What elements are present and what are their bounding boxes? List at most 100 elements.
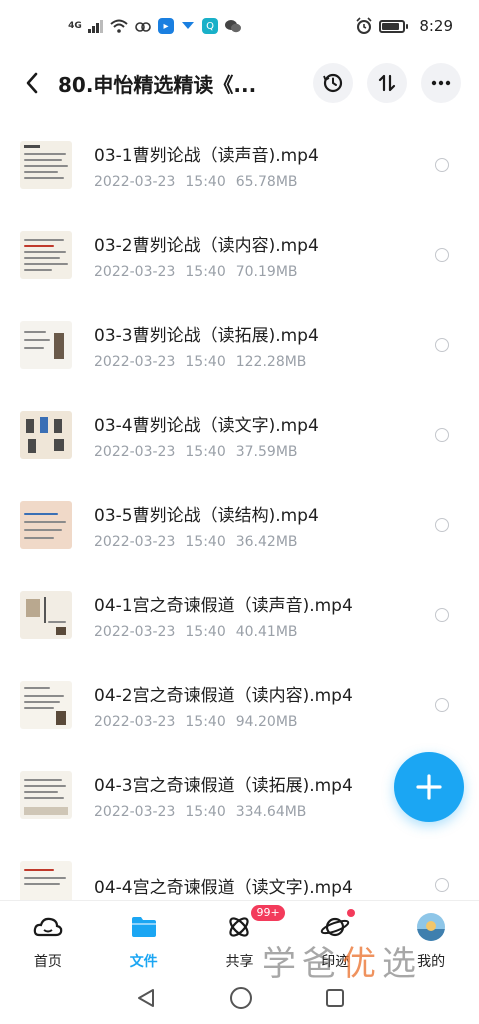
circle-home-icon xyxy=(229,987,252,1009)
file-date: 2022-03-23 xyxy=(94,173,176,190)
system-back-button[interactable] xyxy=(135,987,157,1013)
clock: 8:29 xyxy=(419,17,453,35)
select-radio[interactable] xyxy=(435,698,449,712)
video-thumbnail xyxy=(20,321,72,369)
file-size: 36.42MB xyxy=(235,533,298,550)
square-recents-icon xyxy=(325,989,344,1007)
file-row[interactable]: 03-2曹刿论战（读内容).mp4 2022-03-23 15:40 70.19… xyxy=(0,210,479,300)
file-date: 2022-03-23 xyxy=(94,803,176,820)
signal-icon xyxy=(88,17,104,35)
share-count-badge: 99+ xyxy=(251,905,285,921)
chevron-left-icon xyxy=(26,72,38,94)
video-thumbnail xyxy=(20,501,72,549)
file-meta: 2022-03-23 15:40 36.42MB xyxy=(94,534,459,550)
select-radio[interactable] xyxy=(435,338,449,352)
status-right: 8:29 xyxy=(355,17,453,35)
status-bar: 4G ▸ Q 8:29 xyxy=(0,0,479,52)
file-name: 03-5曹刿论战（读结构).mp4 xyxy=(94,505,319,526)
file-info: 04-2宫之奇谏假道（读内容).mp4 2022-03-23 15:40 94.… xyxy=(94,681,459,730)
file-name: 03-3曹刿论战（读拓展).mp4 xyxy=(94,325,319,346)
search-app-icon: Q xyxy=(202,18,218,34)
file-time: 15:40 xyxy=(185,533,226,550)
file-name: 03-4曹刿论战（读文字).mp4 xyxy=(94,415,319,436)
file-time: 15:40 xyxy=(185,173,226,190)
add-button[interactable] xyxy=(394,752,464,822)
video-thumbnail xyxy=(20,771,72,819)
video-thumbnail xyxy=(20,411,72,459)
file-info: 04-4宫之奇谏假道（读文字).mp4 xyxy=(94,873,459,898)
video-thumbnail xyxy=(20,591,72,639)
file-time: 15:40 xyxy=(185,623,226,640)
back-button[interactable] xyxy=(16,63,48,103)
wifi-icon xyxy=(110,17,128,35)
file-meta: 2022-03-23 15:40 122.28MB xyxy=(94,354,459,370)
file-row[interactable]: 03-1曹刿论战（读声音).mp4 2022-03-23 15:40 65.78… xyxy=(0,120,479,210)
file-row[interactable]: 03-4曹刿论战（读文字).mp4 2022-03-23 15:40 37.59… xyxy=(0,390,479,480)
select-radio[interactable] xyxy=(435,608,449,622)
home-cloud-icon xyxy=(32,911,64,943)
system-nav-bar xyxy=(0,976,479,1024)
file-size: 94.20MB xyxy=(235,713,298,730)
page-title: 80.申怡精选精读《... xyxy=(58,72,257,97)
triangle-back-icon xyxy=(137,989,154,1007)
file-info: 03-2曹刿论战（读内容).mp4 2022-03-23 15:40 70.19… xyxy=(94,231,459,280)
file-meta: 2022-03-23 15:40 37.59MB xyxy=(94,444,459,460)
nav-item-home[interactable]: 首页 xyxy=(8,911,88,971)
file-info: 03-5曹刿论战（读结构).mp4 2022-03-23 15:40 36.42… xyxy=(94,501,459,550)
file-size: 65.78MB xyxy=(235,173,298,190)
file-size: 334.64MB xyxy=(235,803,307,820)
file-date: 2022-03-23 xyxy=(94,353,176,370)
app-badge-icon: ▸ xyxy=(158,18,174,34)
file-row[interactable]: 03-3曹刿论战（读拓展).mp4 2022-03-23 15:40 122.2… xyxy=(0,300,479,390)
battery-level xyxy=(382,22,400,30)
nav-label: 首页 xyxy=(33,954,62,970)
file-size: 122.28MB xyxy=(235,353,307,370)
file-meta: 2022-03-23 15:40 70.19MB xyxy=(94,264,459,280)
system-home-button[interactable] xyxy=(229,986,253,1014)
select-radio[interactable] xyxy=(435,518,449,532)
file-meta: 2022-03-23 15:40 65.78MB xyxy=(94,174,459,190)
file-meta: 2022-03-23 15:40 94.20MB xyxy=(94,714,459,730)
file-name: 03-1曹刿论战（读声音).mp4 xyxy=(94,145,319,166)
history-button[interactable] xyxy=(313,63,353,103)
select-radio[interactable] xyxy=(435,428,449,442)
system-recents-button[interactable] xyxy=(325,988,345,1012)
file-date: 2022-03-23 xyxy=(94,443,176,460)
file-info: 03-1曹刿论战（读声音).mp4 2022-03-23 15:40 65.78… xyxy=(94,141,459,190)
file-name: 04-3宫之奇谏假道（读拓展).mp4 xyxy=(94,775,353,796)
file-name: 04-2宫之奇谏假道（读内容).mp4 xyxy=(94,685,353,706)
more-button[interactable] xyxy=(421,63,461,103)
select-radio[interactable] xyxy=(435,158,449,172)
alarm-icon xyxy=(355,17,373,35)
file-info: 03-4曹刿论战（读文字).mp4 2022-03-23 15:40 37.59… xyxy=(94,411,459,460)
more-icon xyxy=(431,80,451,86)
file-size: 37.59MB xyxy=(235,443,298,460)
video-thumbnail xyxy=(20,681,72,729)
sort-icon xyxy=(378,74,396,92)
file-name: 03-2曹刿论战（读内容).mp4 xyxy=(94,235,319,256)
file-date: 2022-03-23 xyxy=(94,263,176,280)
select-radio[interactable] xyxy=(435,248,449,262)
select-radio[interactable] xyxy=(435,878,449,892)
file-row[interactable]: 04-1宫之奇谏假道（读声音).mp4 2022-03-23 15:40 40.… xyxy=(0,570,479,660)
network-type: 4G xyxy=(68,21,82,31)
file-time: 15:40 xyxy=(185,803,226,820)
battery-icon xyxy=(379,19,409,33)
status-left: 4G ▸ Q xyxy=(68,17,242,35)
video-thumbnail xyxy=(20,141,72,189)
share-icon: 99+ xyxy=(223,905,285,943)
file-date: 2022-03-23 xyxy=(94,533,176,550)
file-row[interactable]: 04-2宫之奇谏假道（读内容).mp4 2022-03-23 15:40 94.… xyxy=(0,660,479,750)
file-time: 15:40 xyxy=(185,263,226,280)
file-time: 15:40 xyxy=(185,713,226,730)
nav-label: 文件 xyxy=(129,954,158,970)
nav-item-files[interactable]: 文件 xyxy=(104,911,184,971)
file-time: 15:40 xyxy=(185,353,226,370)
notification-dot xyxy=(347,909,356,917)
file-row[interactable]: 03-5曹刿论战（读结构).mp4 2022-03-23 15:40 36.42… xyxy=(0,480,479,570)
wechat-icon xyxy=(224,17,242,35)
file-meta: 2022-03-23 15:40 40.41MB xyxy=(94,624,459,640)
file-date: 2022-03-23 xyxy=(94,623,176,640)
chat-icon xyxy=(180,17,196,35)
sort-button[interactable] xyxy=(367,63,407,103)
